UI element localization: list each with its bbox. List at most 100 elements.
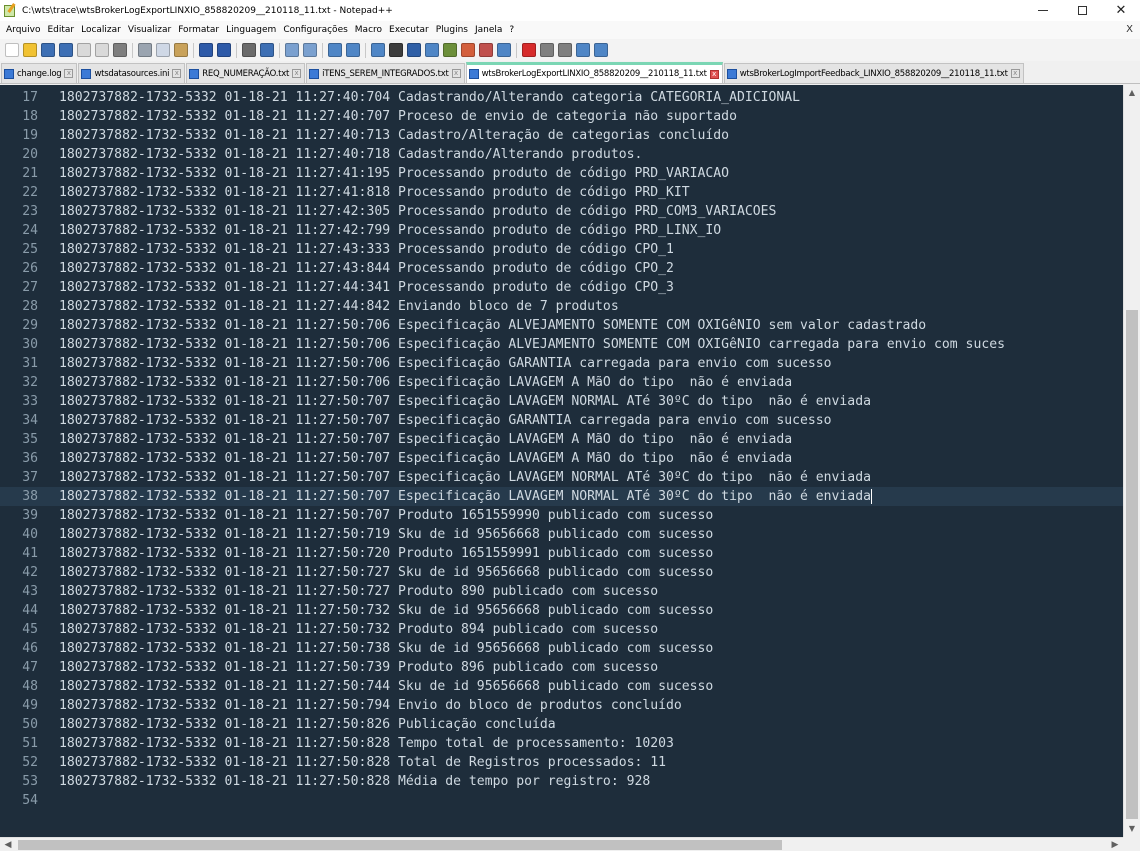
cut-icon[interactable] xyxy=(138,43,152,57)
stop-macro-icon[interactable] xyxy=(540,43,554,57)
doc-map-icon[interactable] xyxy=(443,43,457,57)
zoom-in-icon[interactable] xyxy=(285,43,299,57)
editor-line[interactable]: 19 1802737882-1732-5332 01-18-21 11:27:40… xyxy=(0,126,1123,145)
copy-icon[interactable] xyxy=(156,43,170,57)
horizontal-scrollbar[interactable]: ◀ ▶ xyxy=(0,837,1123,851)
tab-close-icon[interactable]: x xyxy=(1010,69,1020,78)
text-editor[interactable]: 17 1802737882-1732-5332 01-18-21 11:27:40… xyxy=(0,85,1123,837)
new-file-icon[interactable] xyxy=(5,43,19,57)
menu-macro[interactable]: Macro xyxy=(355,25,382,35)
close-document-button[interactable]: X xyxy=(1126,24,1133,35)
print-icon[interactable] xyxy=(113,43,127,57)
monitoring-icon[interactable] xyxy=(497,43,511,57)
tab-wtsdatasources[interactable]: wtsdatasources.ini x xyxy=(78,63,186,83)
redo-icon[interactable] xyxy=(217,43,231,57)
editor-line[interactable]: 54 xyxy=(0,791,1123,810)
scroll-left-icon[interactable]: ◀ xyxy=(0,838,16,851)
editor-line[interactable]: 23 1802737882-1732-5332 01-18-21 11:27:42… xyxy=(0,202,1123,221)
tab-req-numeracao[interactable]: REQ_NUMERAÇÃO.txt x xyxy=(186,63,306,83)
sync-horizontal-icon[interactable] xyxy=(346,43,360,57)
menu-arquivo[interactable]: Arquivo xyxy=(6,25,40,35)
horizontal-scroll-thumb[interactable] xyxy=(18,840,782,850)
folder-workspace-icon[interactable] xyxy=(479,43,493,57)
editor-line[interactable]: 30 1802737882-1732-5332 01-18-21 11:27:50… xyxy=(0,335,1123,354)
menu-localizar[interactable]: Localizar xyxy=(81,25,121,35)
menu-configuracoes[interactable]: Configurações xyxy=(283,25,347,35)
scroll-right-icon[interactable]: ▶ xyxy=(1107,838,1123,851)
close-file-icon[interactable] xyxy=(77,43,91,57)
editor-line[interactable]: 18 1802737882-1732-5332 01-18-21 11:27:40… xyxy=(0,107,1123,126)
record-macro-icon[interactable] xyxy=(522,43,536,57)
editor-line[interactable]: 43 1802737882-1732-5332 01-18-21 11:27:50… xyxy=(0,582,1123,601)
save-macro-icon[interactable] xyxy=(594,43,608,57)
editor-line[interactable]: 25 1802737882-1732-5332 01-18-21 11:27:43… xyxy=(0,240,1123,259)
editor-line[interactable]: 47 1802737882-1732-5332 01-18-21 11:27:50… xyxy=(0,658,1123,677)
editor-line[interactable]: 26 1802737882-1732-5332 01-18-21 11:27:43… xyxy=(0,259,1123,278)
indent-guide-icon[interactable] xyxy=(407,43,421,57)
play-macro-icon[interactable] xyxy=(558,43,572,57)
editor-line[interactable]: 53 1802737882-1732-5332 01-18-21 11:27:50… xyxy=(0,772,1123,791)
scroll-up-icon[interactable]: ▲ xyxy=(1124,85,1140,101)
editor-line[interactable]: 39 1802737882-1732-5332 01-18-21 11:27:50… xyxy=(0,506,1123,525)
close-all-icon[interactable] xyxy=(95,43,109,57)
sync-vertical-icon[interactable] xyxy=(328,43,342,57)
editor-line[interactable]: 17 1802737882-1732-5332 01-18-21 11:27:40… xyxy=(0,88,1123,107)
editor-line[interactable]: 36 1802737882-1732-5332 01-18-21 11:27:50… xyxy=(0,449,1123,468)
udl-icon[interactable] xyxy=(425,43,439,57)
save-all-icon[interactable] xyxy=(59,43,73,57)
minimize-button[interactable] xyxy=(1024,0,1062,21)
editor-line[interactable]: 46 1802737882-1732-5332 01-18-21 11:27:50… xyxy=(0,639,1123,658)
editor-line[interactable]: 28 1802737882-1732-5332 01-18-21 11:27:44… xyxy=(0,297,1123,316)
editor-line[interactable]: 50 1802737882-1732-5332 01-18-21 11:27:50… xyxy=(0,715,1123,734)
menu-plugins[interactable]: Plugins xyxy=(436,25,468,35)
show-all-chars-icon[interactable] xyxy=(389,43,403,57)
editor-line[interactable]: 21 1802737882-1732-5332 01-18-21 11:27:41… xyxy=(0,164,1123,183)
find-icon[interactable] xyxy=(242,43,256,57)
close-button[interactable]: ✕ xyxy=(1102,0,1140,21)
editor-line[interactable]: 41 1802737882-1732-5332 01-18-21 11:27:50… xyxy=(0,544,1123,563)
paste-icon[interactable] xyxy=(174,43,188,57)
editor-line[interactable]: 31 1802737882-1732-5332 01-18-21 11:27:50… xyxy=(0,354,1123,373)
editor-line[interactable]: 44 1802737882-1732-5332 01-18-21 11:27:50… xyxy=(0,601,1123,620)
save-icon[interactable] xyxy=(41,43,55,57)
scroll-down-icon[interactable]: ▼ xyxy=(1124,821,1140,837)
editor-line[interactable]: 52 1802737882-1732-5332 01-18-21 11:27:50… xyxy=(0,753,1123,772)
function-list-icon[interactable] xyxy=(461,43,475,57)
editor-line[interactable]: 40 1802737882-1732-5332 01-18-21 11:27:50… xyxy=(0,525,1123,544)
editor-line[interactable]: 33 1802737882-1732-5332 01-18-21 11:27:50… xyxy=(0,392,1123,411)
editor-line[interactable]: 51 1802737882-1732-5332 01-18-21 11:27:50… xyxy=(0,734,1123,753)
menu-formatar[interactable]: Formatar xyxy=(178,25,219,35)
zoom-out-icon[interactable] xyxy=(303,43,317,57)
editor-line[interactable]: 42 1802737882-1732-5332 01-18-21 11:27:50… xyxy=(0,563,1123,582)
tab-close-icon[interactable]: x xyxy=(292,69,302,78)
open-file-icon[interactable] xyxy=(23,43,37,57)
replace-icon[interactable] xyxy=(260,43,274,57)
editor-line[interactable]: 20 1802737882-1732-5332 01-18-21 11:27:40… xyxy=(0,145,1123,164)
tab-change-log[interactable]: change.log x xyxy=(1,63,78,83)
menu-executar[interactable]: Executar xyxy=(389,25,429,35)
menu-help[interactable]: ? xyxy=(509,25,514,35)
editor-line[interactable]: 48 1802737882-1732-5332 01-18-21 11:27:50… xyxy=(0,677,1123,696)
tab-close-icon[interactable]: x xyxy=(64,69,74,78)
editor-line[interactable]: 24 1802737882-1732-5332 01-18-21 11:27:42… xyxy=(0,221,1123,240)
editor-line[interactable]: 32 1802737882-1732-5332 01-18-21 11:27:50… xyxy=(0,373,1123,392)
editor-line[interactable]: 34 1802737882-1732-5332 01-18-21 11:27:50… xyxy=(0,411,1123,430)
maximize-button[interactable] xyxy=(1063,0,1101,21)
tab-close-icon[interactable]: x xyxy=(172,69,182,78)
menu-janela[interactable]: Janela xyxy=(475,25,502,35)
editor-line[interactable]: 27 1802737882-1732-5332 01-18-21 11:27:44… xyxy=(0,278,1123,297)
menu-linguagem[interactable]: Linguagem xyxy=(226,25,276,35)
run-macro-multiple-icon[interactable] xyxy=(576,43,590,57)
tab-close-icon[interactable]: x xyxy=(709,69,719,79)
editor-line[interactable]: 38 1802737882-1732-5332 01-18-21 11:27:50… xyxy=(0,487,1123,506)
tab-broker-log-import-feedback[interactable]: wtsBrokerLogImportFeedback_LINXIO_858820… xyxy=(723,63,1024,83)
menu-visualizar[interactable]: Visualizar xyxy=(128,25,171,35)
tab-itens-serem-integrados[interactable]: iTENS_SEREM_INTEGRADOS.txt x xyxy=(306,63,465,83)
vertical-scroll-thumb[interactable] xyxy=(1126,310,1138,819)
word-wrap-icon[interactable] xyxy=(371,43,385,57)
tab-close-icon[interactable]: x xyxy=(451,69,461,78)
menu-editar[interactable]: Editar xyxy=(47,25,74,35)
editor-line[interactable]: 35 1802737882-1732-5332 01-18-21 11:27:50… xyxy=(0,430,1123,449)
editor-line[interactable]: 49 1802737882-1732-5332 01-18-21 11:27:50… xyxy=(0,696,1123,715)
vertical-scrollbar[interactable]: ▲ ▼ xyxy=(1123,85,1140,837)
